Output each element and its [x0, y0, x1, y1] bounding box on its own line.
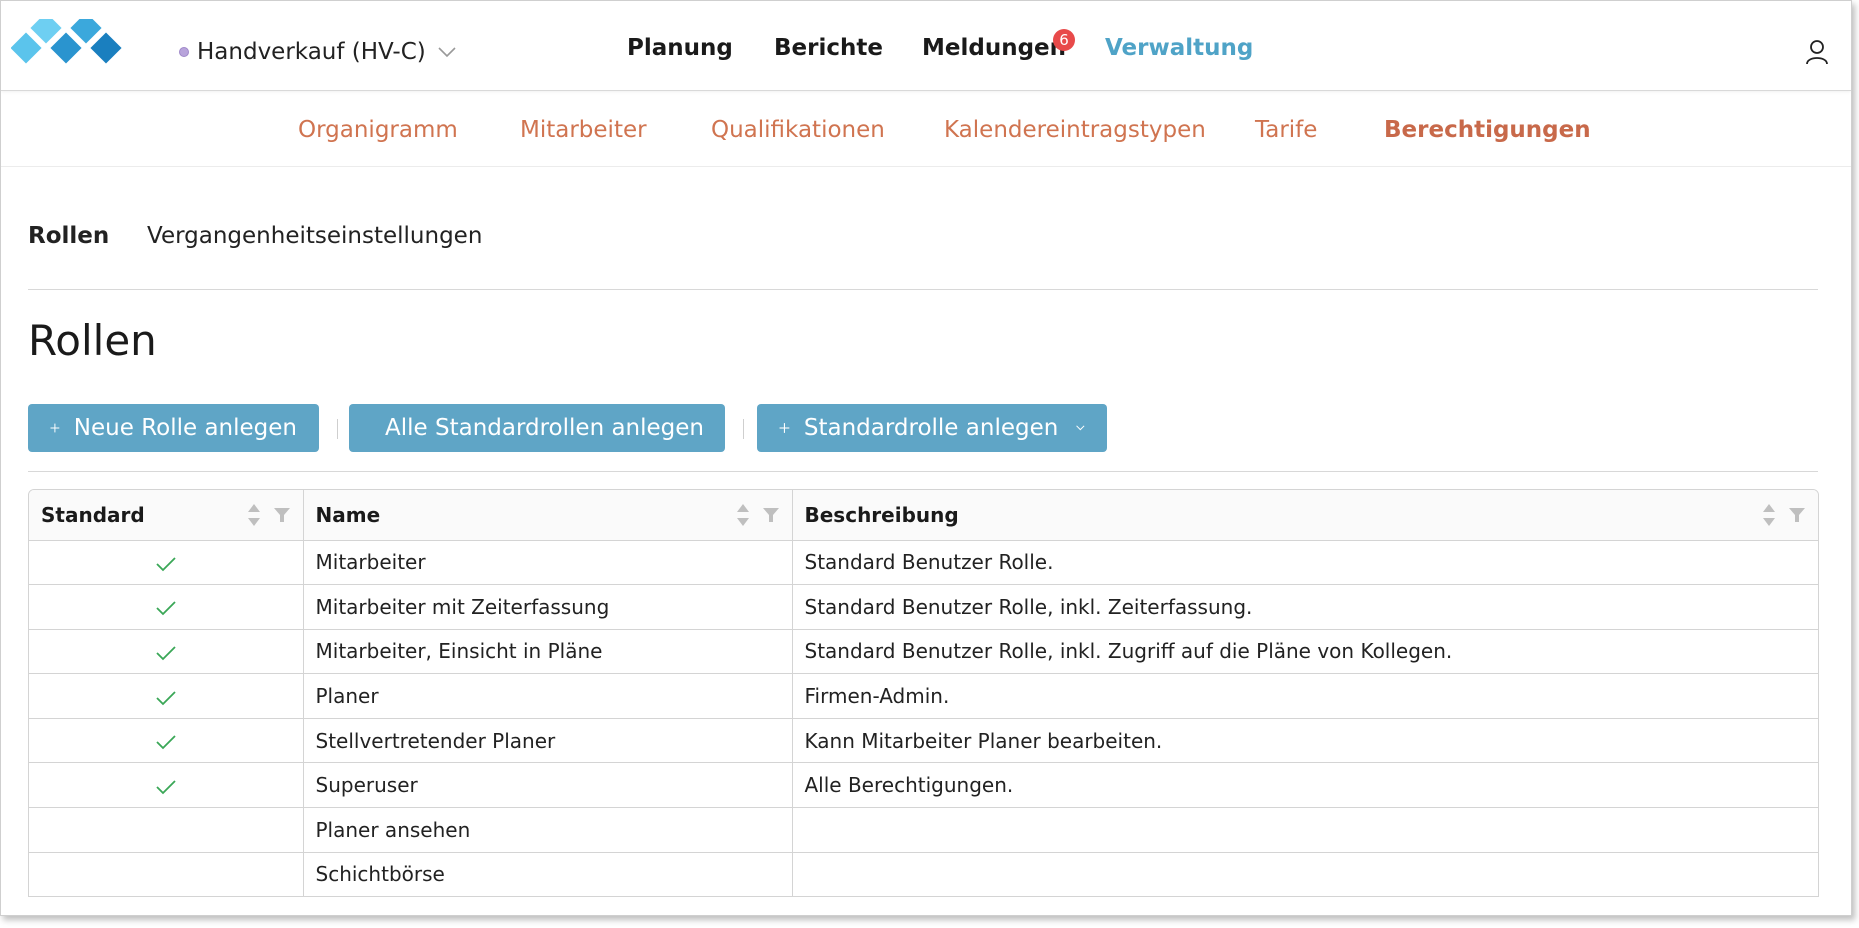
subnav-organigramm[interactable]: Organigramm [298, 117, 458, 143]
standard-role-label: Standardrolle anlegen [803, 415, 1059, 441]
divider [28, 289, 1818, 290]
nav-berichte[interactable]: Berichte [774, 35, 883, 61]
subnav-berechtigungen[interactable]: Berechtigungen [1384, 117, 1591, 143]
status-dot [179, 47, 189, 57]
description-cell: Standard Benutzer Rolle, inkl. Zeiterfas… [792, 584, 1818, 630]
filter-icon[interactable] [762, 506, 780, 524]
column-label: Name [315, 502, 381, 527]
all-standard-label: Alle Standardrollen anlegen [385, 415, 704, 441]
subnav-kalendereintragstypen[interactable]: Kalendereintragstypen [944, 117, 1206, 143]
subnav-mitarbeiter[interactable]: Mitarbeiter [520, 117, 647, 143]
column-header-beschreibung[interactable]: Beschreibung [792, 490, 1818, 541]
description-cell [792, 807, 1818, 853]
sub-nav: Organigramm Mitarbeiter Qualifikationen … [1, 92, 1851, 167]
checkmark-icon [156, 735, 176, 750]
filter-icon[interactable] [1788, 506, 1806, 524]
sort-icon[interactable] [1762, 502, 1776, 528]
standard-cell [29, 584, 304, 630]
divider [28, 471, 1818, 472]
standard-cell [29, 762, 304, 809]
plus-icon [50, 423, 60, 433]
table-row[interactable]: Mitarbeiter mit Zeiterfassung Standard Be… [29, 584, 1818, 630]
table-body: Mitarbeiter Standard Benutzer Rolle. Mitar… [29, 540, 1818, 896]
roles-table: Standard Name Beschreibung Mitarbeiter S… [28, 489, 1819, 897]
table-row[interactable]: Schichtbörse [29, 852, 1818, 896]
column-label: Beschreibung [804, 502, 959, 527]
create-all-standard-roles-button[interactable]: Alle Standardrollen anlegen [349, 404, 725, 452]
table-header-row: Standard Name Beschreibung [29, 490, 1818, 541]
company-selector[interactable]: Handverkauf (HV-C) [179, 39, 456, 65]
name-cell: Planer [303, 673, 793, 719]
name-cell: Mitarbeiter mit Zeiterfassung [303, 584, 793, 630]
nav-verwaltung[interactable]: Verwaltung [1105, 35, 1253, 61]
table-row[interactable]: Stellvertretender Planer Kann Mitarbeiter… [29, 718, 1818, 764]
table-row[interactable]: Superuser Alle Berechtigungen. [29, 762, 1818, 809]
name-cell: Stellvertretender Planer [303, 718, 793, 764]
tab-rollen[interactable]: Rollen [28, 223, 109, 249]
nav-meldungen[interactable]: Meldungen 6 [922, 29, 1075, 61]
description-cell [792, 852, 1818, 896]
name-cell: Planer ansehen [303, 807, 793, 853]
standard-cell [29, 718, 304, 764]
description-cell: Standard Benutzer Rolle. [792, 540, 1818, 586]
description-cell: Kann Mitarbeiter Planer bearbeiten. [792, 718, 1818, 764]
checkmark-icon [156, 646, 176, 661]
description-cell: Firmen-Admin. [792, 673, 1818, 719]
table-row[interactable]: Planer ansehen [29, 807, 1818, 853]
name-cell: Mitarbeiter [303, 540, 793, 586]
standard-cell [29, 540, 304, 586]
column-header-standard[interactable]: Standard [29, 490, 304, 541]
nav-meldungen-label: Meldungen [922, 35, 1067, 61]
subnav-qualifikationen[interactable]: Qualifikationen [711, 117, 885, 143]
chevron-down-icon [1076, 425, 1085, 431]
tab-vergangenheitseinstellungen[interactable]: Vergangenheitseinstellungen [147, 223, 482, 249]
user-icon[interactable] [1805, 39, 1829, 65]
sort-icon[interactable] [736, 502, 750, 528]
new-role-button[interactable]: Neue Rolle anlegen [28, 404, 319, 452]
button-separator [743, 419, 744, 439]
name-cell: Schichtbörse [303, 852, 793, 896]
sort-icon[interactable] [247, 502, 261, 528]
standard-cell [29, 673, 304, 719]
nav-planung[interactable]: Planung [627, 35, 733, 61]
name-cell: Superuser [303, 762, 793, 809]
top-bar: Handverkauf (HV-C) Planung Berichte Meld… [1, 1, 1851, 91]
checkmark-icon [156, 780, 176, 795]
column-header-name[interactable]: Name [303, 490, 793, 541]
description-cell: Alle Berechtigungen. [792, 762, 1818, 809]
name-cell: Mitarbeiter, Einsicht in Pläne [303, 629, 793, 675]
standard-cell [29, 852, 304, 896]
filter-icon[interactable] [273, 506, 291, 524]
table-row[interactable]: Mitarbeiter Standard Benutzer Rolle. [29, 540, 1818, 586]
standard-cell [29, 629, 304, 675]
checkmark-icon [156, 601, 176, 616]
subnav-tarife[interactable]: Tarife [1255, 117, 1317, 143]
table-row[interactable]: Planer Firmen-Admin. [29, 673, 1818, 719]
chevron-down-icon [438, 47, 456, 58]
checkmark-icon [156, 690, 176, 705]
notification-badge: 6 [1053, 29, 1075, 51]
company-name: Handverkauf (HV-C) [197, 39, 426, 65]
plus-icon [779, 423, 790, 433]
button-separator [337, 419, 338, 439]
new-role-label: Neue Rolle anlegen [73, 415, 297, 441]
standard-cell [29, 807, 304, 853]
table-row[interactable]: Mitarbeiter, Einsicht in Pläne Standard B… [29, 629, 1818, 675]
description-cell: Standard Benutzer Rolle, inkl. Zugriff a… [792, 629, 1818, 675]
create-standard-role-dropdown[interactable]: Standardrolle anlegen [757, 404, 1107, 452]
page-title: Rollen [28, 316, 157, 365]
logo-icon[interactable] [11, 19, 133, 77]
app-window: Handverkauf (HV-C) Planung Berichte Meld… [0, 0, 1852, 916]
checkmark-icon [156, 557, 176, 572]
column-label: Standard [41, 502, 145, 527]
